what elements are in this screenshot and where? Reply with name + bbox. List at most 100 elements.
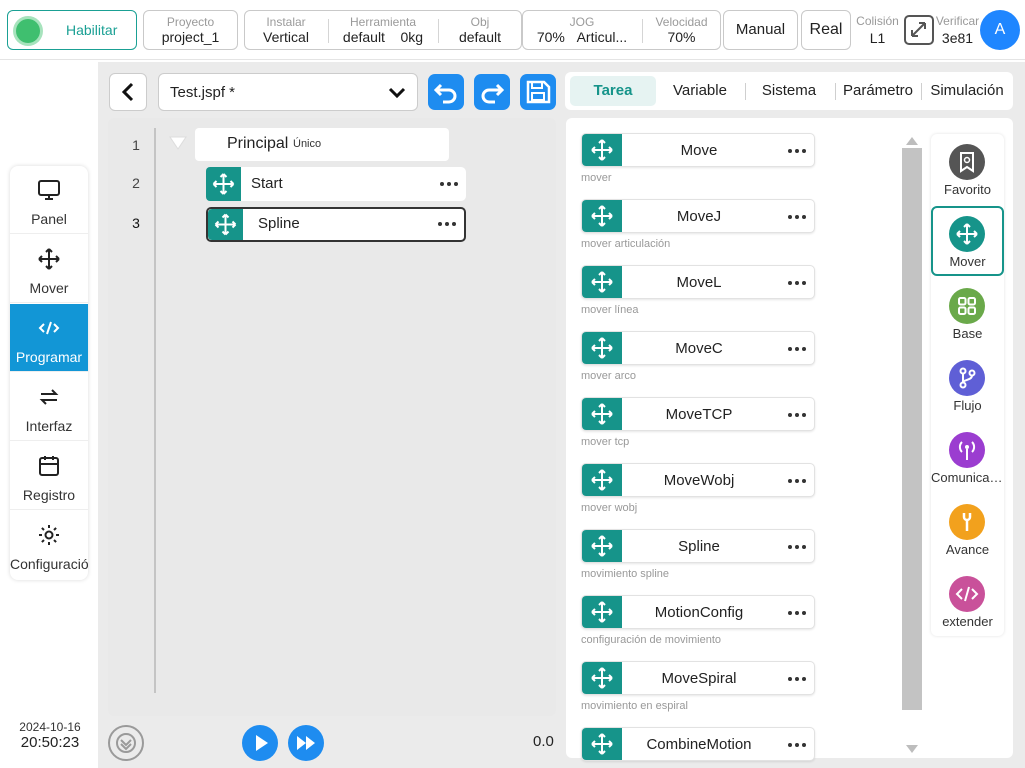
- tab-variable[interactable]: Variable: [657, 76, 743, 106]
- drag-handle[interactable]: [582, 134, 622, 166]
- branch-icon: [949, 360, 985, 396]
- scrollbar[interactable]: [902, 148, 922, 710]
- step-button[interactable]: [288, 725, 324, 761]
- command-movetcp[interactable]: MoveTCP: [581, 397, 815, 431]
- install-tool-obj-group[interactable]: Instalar Vertical Herramienta default 0k…: [244, 10, 522, 50]
- date-text: 2024-10-16: [19, 720, 81, 734]
- command-movec[interactable]: MoveC: [581, 331, 815, 365]
- more-icon[interactable]: [440, 182, 460, 188]
- tree-node-start[interactable]: Start: [206, 167, 466, 201]
- more-icon[interactable]: [788, 677, 808, 683]
- tab-parameter[interactable]: Parámetro: [837, 76, 919, 106]
- move-icon: [591, 403, 613, 425]
- category-base[interactable]: Base: [931, 278, 1004, 348]
- more-icon[interactable]: [788, 611, 808, 617]
- redo-button[interactable]: [474, 74, 510, 110]
- move-icon: [591, 337, 613, 359]
- drag-handle[interactable]: [208, 209, 243, 240]
- command-description: movimiento spline: [581, 568, 670, 580]
- line-number: 3: [132, 215, 140, 231]
- gear-icon: [37, 523, 61, 547]
- more-icon[interactable]: [438, 222, 458, 228]
- more-icon[interactable]: [788, 743, 808, 749]
- drag-handle[interactable]: [582, 728, 622, 760]
- antenna-icon: [949, 432, 985, 468]
- nav-item-move[interactable]: Mover: [10, 235, 88, 303]
- more-icon[interactable]: [788, 479, 808, 485]
- category-extender[interactable]: extender: [931, 566, 1004, 636]
- drag-handle[interactable]: [582, 200, 622, 232]
- manual-mode-button[interactable]: Manual: [723, 10, 798, 50]
- tree-root-principal[interactable]: Principal Único: [195, 128, 449, 161]
- nav-item-settings[interactable]: Configuración: [10, 511, 88, 579]
- command-movel[interactable]: MoveL: [581, 265, 815, 299]
- tab-bar: Tarea Variable Sistema Parámetro Simulac…: [565, 72, 1013, 110]
- scroll-down-icon[interactable]: [905, 743, 919, 755]
- category-label: Mover: [949, 254, 986, 269]
- command-name: MoveL: [676, 274, 722, 291]
- drag-handle[interactable]: [582, 662, 622, 694]
- left-navigation: Panel Mover Programar Interfaz Registro …: [10, 166, 88, 580]
- drag-handle[interactable]: [582, 596, 622, 628]
- real-mode-button[interactable]: Real: [801, 10, 851, 50]
- enable-button[interactable]: Habilitar: [7, 10, 137, 50]
- drag-handle[interactable]: [582, 266, 622, 298]
- chevron-left-icon: [121, 82, 134, 102]
- speed-label: Velocidad: [655, 15, 708, 29]
- project-selector[interactable]: Proyecto project_1: [143, 10, 238, 50]
- fullscreen-icon[interactable]: [903, 14, 935, 46]
- category-favorito[interactable]: Favorito: [931, 134, 1004, 204]
- command-movespiral[interactable]: MoveSpiral: [581, 661, 815, 695]
- tree-node-spline[interactable]: Spline: [206, 207, 466, 242]
- user-avatar[interactable]: A: [980, 10, 1020, 50]
- drag-handle[interactable]: [582, 398, 622, 430]
- line-number: 1: [132, 137, 140, 153]
- back-button[interactable]: [109, 73, 147, 111]
- drag-handle[interactable]: [582, 332, 622, 364]
- drag-handle[interactable]: [582, 530, 622, 562]
- jog-speed-group[interactable]: JOG 70% Articul... Velocidad 70%: [522, 10, 721, 50]
- command-name: MoveSpiral: [661, 670, 737, 687]
- command-movej[interactable]: MoveJ: [581, 199, 815, 233]
- move-icon: [591, 535, 613, 557]
- nav-item-program[interactable]: Programar: [10, 304, 88, 372]
- tab-simulation[interactable]: Simulación: [923, 76, 1011, 106]
- nav-item-interface[interactable]: Interfaz: [10, 373, 88, 441]
- drag-handle[interactable]: [582, 464, 622, 496]
- move-icon: [591, 469, 613, 491]
- more-icon[interactable]: [788, 347, 808, 353]
- command-motionconfig[interactable]: MotionConfig: [581, 595, 815, 629]
- more-icon[interactable]: [788, 281, 808, 287]
- scroll-up-icon[interactable]: [905, 135, 919, 147]
- verify-indicator[interactable]: Verificar 3e81: [935, 10, 980, 48]
- command-description: configuración de movimiento: [581, 634, 722, 646]
- nav-item-log[interactable]: Registro: [10, 442, 88, 510]
- nav-item-panel[interactable]: Panel: [10, 166, 88, 234]
- save-button[interactable]: [520, 74, 556, 110]
- command-movewobj[interactable]: MoveWobj: [581, 463, 815, 497]
- drag-handle[interactable]: [206, 167, 241, 201]
- undo-button[interactable]: [428, 74, 464, 110]
- category-avance[interactable]: Avance: [931, 494, 1004, 564]
- command-combinemotion[interactable]: CombineMotion: [581, 727, 815, 761]
- tab-task[interactable]: Tarea: [570, 76, 656, 106]
- swap-icon: [37, 385, 61, 409]
- nav-label: Panel: [31, 211, 67, 227]
- more-icon[interactable]: [788, 413, 808, 419]
- tab-system[interactable]: Sistema: [747, 76, 831, 106]
- category-mover[interactable]: Mover: [931, 206, 1004, 276]
- more-icon[interactable]: [788, 545, 808, 551]
- file-selector[interactable]: Test.jspf *: [158, 73, 418, 111]
- debug-button[interactable]: [108, 725, 144, 761]
- command-move[interactable]: Move: [581, 133, 815, 167]
- category-flujo[interactable]: Flujo: [931, 350, 1004, 420]
- more-icon[interactable]: [788, 149, 808, 155]
- more-icon[interactable]: [788, 215, 808, 221]
- run-button[interactable]: [242, 725, 278, 761]
- category-comunicación[interactable]: Comunicación: [931, 422, 1004, 492]
- root-name: Principal: [227, 135, 289, 152]
- command-spline[interactable]: Spline: [581, 529, 815, 563]
- collision-indicator[interactable]: Colisión L1: [855, 10, 900, 48]
- project-label: Proyecto: [166, 15, 215, 29]
- collapse-triangle-icon[interactable]: [169, 135, 187, 151]
